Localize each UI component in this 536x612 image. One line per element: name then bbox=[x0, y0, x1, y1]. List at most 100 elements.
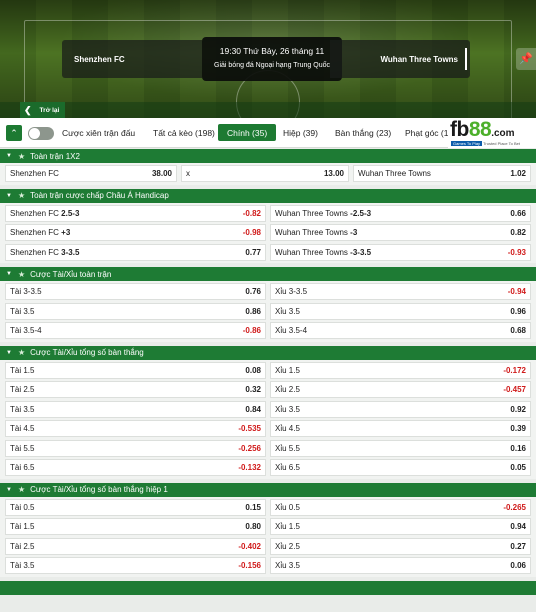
selection-label: Tài 2.5 bbox=[10, 385, 35, 394]
odd-cell-under[interactable]: Xỉu 4.5 0.39 bbox=[270, 420, 531, 437]
selection-label: Xỉu 1.5 bbox=[275, 365, 300, 375]
league-name: Giải bóng đá Ngoại hạng Trung Quốc bbox=[214, 62, 330, 69]
odd-cell-over[interactable]: Tài 5.5 -0.256 bbox=[5, 439, 266, 457]
odd-cell-over[interactable]: Tài 3-3.5 0.76 bbox=[5, 283, 266, 300]
odds-value: -0.457 bbox=[503, 385, 526, 394]
odds-value: -0.256 bbox=[238, 443, 261, 453]
market-row: Tài 3.5 0.86 Xỉu 3.5 0.96 bbox=[5, 302, 531, 323]
star-icon[interactable]: ★ bbox=[18, 348, 25, 357]
odds-value: -0.93 bbox=[507, 247, 526, 257]
odd-cell-under[interactable]: Xỉu 0.5 -0.265 bbox=[270, 498, 531, 516]
star-icon[interactable]: ★ bbox=[18, 270, 25, 279]
selection-label: Xỉu 2.5 bbox=[275, 541, 300, 551]
selection-label: Tài 3.5 bbox=[10, 404, 35, 414]
parlay-toggle[interactable]: Cược xiên trận đấu bbox=[28, 125, 135, 141]
odd-cell-under[interactable]: Xỉu 3-3.5 -0.94 bbox=[270, 283, 531, 300]
match-info-bar: Shenzhen FC 19:30 Thứ Bảy, 26 tháng 11 G… bbox=[62, 37, 470, 81]
odd-cell-under[interactable]: Xỉu 3.5 0.06 bbox=[270, 557, 531, 574]
selection-label: Tài 1.5 bbox=[10, 522, 35, 531]
market-header-1x2[interactable]: ▼ ★ Toàn trận 1X2 bbox=[0, 149, 536, 163]
market-rows-ou-full: Tài 3-3.5 0.76 Xỉu 3-3.5 -0.94 Tài 3.5 0.86 Xỉ… bbox=[0, 281, 536, 342]
market-header-ou-half[interactable]: ▼ ★ Cược Tài/Xỉu tổng số bàn thắng hiệp … bbox=[0, 482, 536, 497]
tab-main[interactable]: Chính (35) bbox=[218, 124, 277, 141]
star-icon[interactable]: ★ bbox=[18, 152, 25, 161]
odd-cell-away[interactable]: Wuhan Three Towns 1.02 bbox=[353, 165, 531, 182]
pin-icon[interactable]: 📌 bbox=[516, 48, 536, 70]
match-hero: Shenzhen FC 19:30 Thứ Bảy, 26 tháng 11 G… bbox=[0, 0, 536, 118]
market-rows-ou-half: Tài 0.5 0.15 Xỉu 0.5 -0.265 Tài 1.5 0.80 Xỉu 1… bbox=[0, 496, 536, 577]
odd-cell-under[interactable]: Xỉu 6.5 0.05 bbox=[270, 459, 531, 476]
match-center-box: 19:30 Thứ Bảy, 26 tháng 11 Giải bóng đá … bbox=[202, 37, 342, 81]
odds-value: -0.132 bbox=[238, 463, 261, 472]
odd-cell-over[interactable]: Tài 3.5 0.84 bbox=[5, 400, 266, 418]
odds-value: 0.39 bbox=[510, 424, 526, 433]
back-button[interactable]: ❮ Trở lại bbox=[20, 102, 66, 118]
market-header-ou-goals[interactable]: ▼ ★ Cược Tài/Xỉu tổng số bàn thắng bbox=[0, 345, 536, 360]
odd-cell-away[interactable]: Wuhan Three Towns -2.5-3 0.66 bbox=[270, 204, 531, 222]
odds-value: 0.80 bbox=[245, 522, 261, 531]
star-icon[interactable]: ★ bbox=[18, 485, 25, 494]
selection-label: Wuhan Three Towns -2.5-3 bbox=[275, 208, 372, 218]
odd-cell-under[interactable]: Xỉu 1.5 -0.172 bbox=[270, 361, 531, 379]
odd-cell-over[interactable]: Tài 1.5 0.80 bbox=[5, 518, 266, 535]
collapse-all-icon[interactable]: ⌃ bbox=[6, 125, 22, 141]
selection-label: Tài 6.5 bbox=[10, 463, 35, 472]
odd-cell-over[interactable]: Tài 2.5 -0.402 bbox=[5, 537, 266, 555]
odd-cell-home[interactable]: Shenzhen FC 2.5-3 -0.82 bbox=[5, 204, 266, 222]
handicap-line: -2.5-3 bbox=[350, 208, 372, 218]
selection-label: Tài 3-3.5 bbox=[10, 287, 42, 296]
odd-cell-away[interactable]: Wuhan Three Towns -3-3.5 -0.93 bbox=[270, 243, 531, 261]
selection-label: Xỉu 3-3.5 bbox=[275, 287, 308, 296]
odd-cell-over[interactable]: Tài 1.5 0.08 bbox=[5, 361, 266, 379]
odd-cell-home[interactable]: Shenzhen FC 38.00 bbox=[5, 165, 177, 182]
back-label: Trở lại bbox=[39, 106, 60, 114]
odd-cell-under[interactable]: Xỉu 1.5 0.94 bbox=[270, 518, 531, 535]
odds-value: 0.08 bbox=[245, 365, 261, 375]
odd-cell-over[interactable]: Tài 2.5 0.32 bbox=[5, 381, 266, 398]
odd-cell-over[interactable]: Tài 4.5 -0.535 bbox=[5, 420, 266, 437]
odd-cell-away[interactable]: Wuhan Three Towns -3 0.82 bbox=[270, 224, 531, 241]
match-datetime: 19:30 Thứ Bảy, 26 tháng 11 bbox=[219, 46, 325, 56]
tab-goals[interactable]: Bàn thắng (23) bbox=[326, 124, 400, 141]
odd-cell-under[interactable]: Xỉu 5.5 0.16 bbox=[270, 439, 531, 457]
star-icon[interactable]: ★ bbox=[18, 191, 25, 200]
caret-down-icon: ▼ bbox=[6, 192, 12, 199]
selection-label: Shenzhen FC 3-3.5 bbox=[10, 247, 80, 257]
tab-all[interactable]: Tất cả kèo (198) bbox=[144, 124, 224, 141]
market-header-ou-full[interactable]: ▼ ★ Cược Tài/Xỉu toàn trận bbox=[0, 267, 536, 281]
caret-down-icon: ▼ bbox=[6, 486, 12, 493]
selection-label: Shenzhen FC 2.5-3 bbox=[10, 208, 80, 218]
odd-cell-over[interactable]: Tài 3.5 0.86 bbox=[5, 302, 266, 320]
market-header-next[interactable] bbox=[0, 580, 536, 595]
odd-cell-under[interactable]: Xỉu 3.5-4 0.68 bbox=[270, 322, 531, 339]
odd-cell-over[interactable]: Tài 3.5 -0.156 bbox=[5, 557, 266, 574]
toggle-switch[interactable] bbox=[28, 126, 54, 140]
selection-label: Xỉu 3.5 bbox=[275, 306, 300, 316]
odds-value: -0.98 bbox=[242, 228, 261, 237]
odd-cell-under[interactable]: Xỉu 2.5 -0.457 bbox=[270, 381, 531, 398]
odds-value: 0.86 bbox=[245, 306, 261, 316]
market-header-handicap[interactable]: ▼ ★ Toàn trận cược chấp Châu Á Handicap bbox=[0, 188, 536, 203]
tab-half[interactable]: Hiệp (39) bbox=[274, 124, 327, 141]
market-row: Tài 3.5-4 -0.86 Xỉu 3.5-4 0.68 bbox=[5, 322, 531, 342]
handicap-line: 2.5-3 bbox=[61, 208, 80, 218]
odd-cell-over[interactable]: Tài 0.5 0.15 bbox=[5, 498, 266, 516]
market-row: Tài 6.5 -0.132 Xỉu 6.5 0.05 bbox=[5, 459, 531, 479]
back-strip bbox=[0, 102, 536, 118]
caret-down-icon: ▼ bbox=[6, 153, 12, 159]
market-rows-1x2: Shenzhen FC 38.00 x 13.00 Wuhan Three Town… bbox=[0, 163, 536, 185]
odd-cell-over[interactable]: Tài 6.5 -0.132 bbox=[5, 459, 266, 476]
selection-label: Xỉu 4.5 bbox=[275, 424, 300, 433]
odd-cell-over[interactable]: Tài 3.5-4 -0.86 bbox=[5, 322, 266, 339]
selection-label: Tài 3.5-4 bbox=[10, 326, 42, 335]
selection-label: Xỉu 6.5 bbox=[275, 463, 300, 472]
odd-cell-draw[interactable]: x 13.00 bbox=[181, 165, 349, 182]
odd-cell-under[interactable]: Xỉu 3.5 0.96 bbox=[270, 302, 531, 320]
odd-cell-home[interactable]: Shenzhen FC +3 -0.98 bbox=[5, 224, 266, 241]
home-team-name: Shenzhen FC bbox=[62, 40, 202, 78]
odd-cell-home[interactable]: Shenzhen FC 3-3.5 0.77 bbox=[5, 243, 266, 261]
odd-cell-under[interactable]: Xỉu 3.5 0.92 bbox=[270, 400, 531, 418]
odds-value: 0.76 bbox=[245, 287, 261, 296]
market-row: Tài 5.5 -0.256 Xỉu 5.5 0.16 bbox=[5, 439, 531, 460]
odd-cell-under[interactable]: Xỉu 2.5 0.27 bbox=[270, 537, 531, 555]
